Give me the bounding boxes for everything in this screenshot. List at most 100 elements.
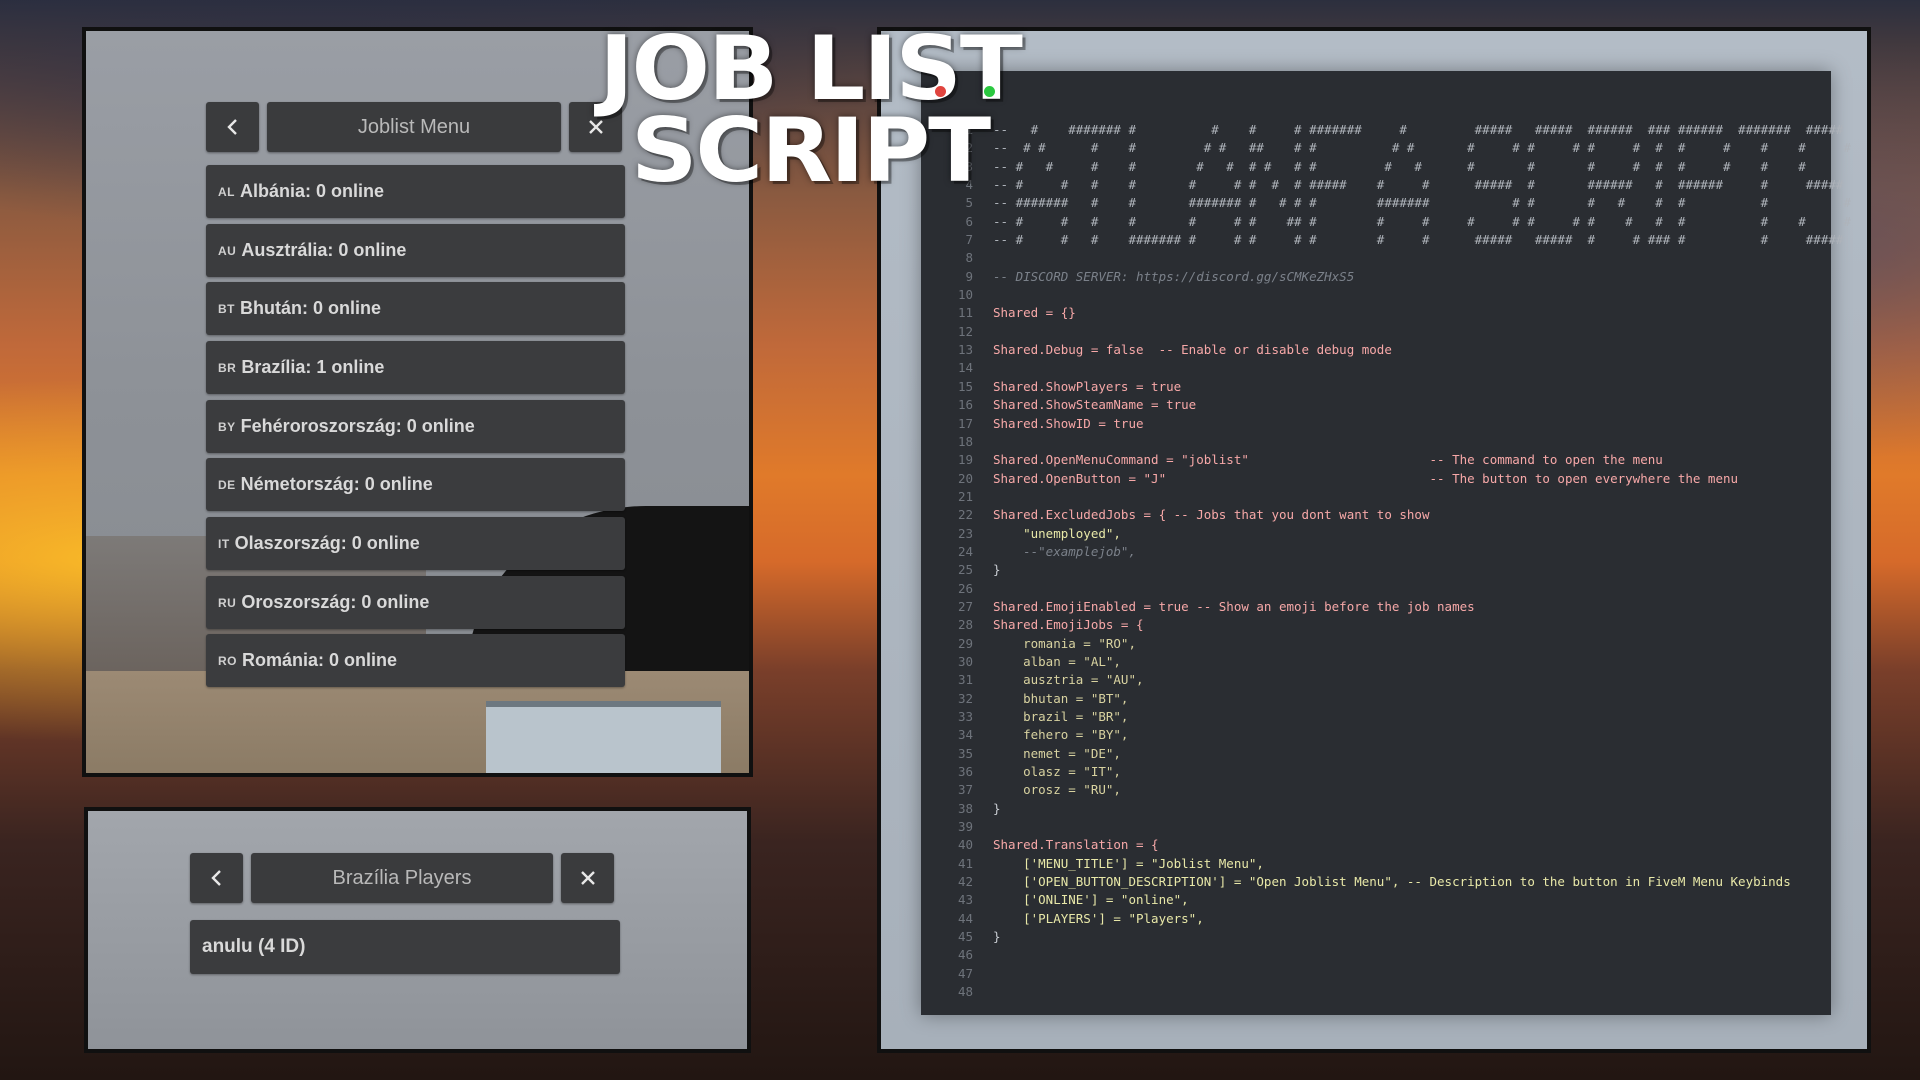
line-number: 18: [957, 433, 973, 449]
code-line: 46: [921, 946, 1831, 964]
code-line: 43 ['ONLINE'] = "online",: [921, 891, 1831, 909]
line-text: Shared.ExcludedJobs = { -- Jobs that you…: [993, 507, 1430, 523]
job-item[interactable]: AU Ausztrália: 0 online: [206, 224, 625, 277]
line-number: 23: [957, 525, 973, 541]
line-number: 33: [957, 709, 973, 724]
flag-code: BY: [218, 419, 236, 434]
job-item-label: Olaszország: 0 online: [234, 533, 420, 553]
job-item[interactable]: BY Fehéroroszország: 0 online: [206, 400, 625, 453]
line-number: 29: [957, 635, 973, 651]
line-text: -- # # # # # # ## # # # # # # # # # # # …: [993, 140, 1851, 156]
back-button[interactable]: [190, 853, 243, 903]
line-number: 43: [957, 892, 973, 908]
players-panel: Brazília Players anulu (4 ID): [84, 807, 751, 1053]
code-line: 47: [921, 965, 1831, 983]
line-number: 10: [957, 287, 973, 303]
code-line: 35 nemet = "DE",: [921, 745, 1831, 763]
code-line: 10: [921, 286, 1831, 304]
line-text: Shared.OpenButton = "J" -- The button to…: [993, 470, 1739, 486]
player-item[interactable]: anulu (4 ID): [190, 920, 620, 974]
job-item[interactable]: RO Románia: 0 online: [206, 634, 625, 687]
code-line: 27 Shared.EmojiEnabled = true -- Show an …: [921, 598, 1831, 616]
line-text: }: [993, 562, 1001, 578]
code-line: 45}: [921, 928, 1831, 946]
code-line: 33 brazil = "BR",: [921, 708, 1831, 726]
chevron-left-icon: [210, 870, 221, 886]
line-number: 30: [957, 653, 973, 669]
code-line: 11 Shared = {}: [921, 304, 1831, 322]
flag-code: IT: [218, 536, 230, 551]
code-line: 48: [921, 983, 1831, 1001]
close-button[interactable]: [561, 853, 614, 903]
back-button[interactable]: [206, 102, 259, 152]
line-text: -- # # # # # # # ## # # # # # # # # # # …: [993, 213, 1851, 229]
line-text: Shared = {}: [993, 305, 1076, 321]
code-line: 20 Shared.OpenButton = "J" -- The button …: [921, 470, 1831, 488]
flag-code: AL: [218, 184, 235, 199]
line-text: -- # # # # # # # # # # # # # # # # # # #…: [993, 158, 1806, 174]
code-line: 30 alban = "AL",: [921, 653, 1831, 671]
code-line: 44 ['PLAYERS'] = "Players",: [921, 910, 1831, 928]
page-title: JOB LIST SCRIPT: [527, 25, 1094, 202]
line-text: brazil = "BR",: [993, 709, 1129, 724]
flag-code: DE: [218, 477, 236, 492]
line-number: 44: [957, 910, 973, 926]
code-line: 9 -- DISCORD SERVER: https://discord.gg/s…: [921, 268, 1831, 286]
code-line: 41 ['MENU_TITLE'] = "Joblist Menu",: [921, 855, 1831, 873]
players-title: Brazília Players: [251, 853, 553, 903]
line-text: ['PLAYERS'] = "Players",: [993, 910, 1204, 926]
flag-code: RO: [218, 653, 237, 668]
job-item[interactable]: RU Oroszország: 0 online: [206, 576, 625, 629]
line-text: Shared.OpenMenuCommand = "joblist" -- Th…: [993, 452, 1663, 468]
line-text: Shared.ShowSteamName = true: [993, 397, 1197, 413]
line-number: 20: [957, 470, 973, 486]
code-line: 13 Shared.Debug = false -- Enable or disa…: [921, 341, 1831, 359]
code-line: 15 Shared.ShowPlayers = true: [921, 378, 1831, 396]
line-number: 46: [957, 947, 973, 963]
line-text: Shared.ShowPlayers = true: [993, 378, 1182, 394]
line-text: romania = "RO",: [993, 635, 1136, 651]
line-number: 11: [957, 305, 973, 321]
code-line: 32 bhutan = "BT",: [921, 690, 1831, 708]
line-number: 21: [957, 488, 973, 504]
code-line: 31 ausztria = "AU",: [921, 671, 1831, 689]
code-line: 18: [921, 433, 1831, 451]
green-dot-icon: [984, 86, 995, 97]
job-item-label: Fehéroroszország: 0 online: [240, 416, 475, 436]
code-line: 42 ['OPEN_BUTTON_DESCRIPTION'] = "Open J…: [921, 873, 1831, 891]
code-line: 38}: [921, 800, 1831, 818]
flag-code: BT: [218, 301, 235, 316]
line-number: 14: [957, 360, 973, 376]
line-text: -- # # # ####### # # # # # # # ##### ###…: [993, 232, 1844, 248]
job-item[interactable]: BT Bhután: 0 online: [206, 282, 625, 335]
line-number: 42: [957, 874, 973, 890]
line-number: 9: [965, 268, 973, 284]
line-number: 13: [957, 342, 973, 358]
menu-title: Joblist Menu: [267, 102, 561, 152]
code-line: 8: [921, 249, 1831, 267]
job-item[interactable]: IT Olaszország: 0 online: [206, 517, 625, 570]
job-item-label: Brazília: 1 online: [241, 357, 385, 377]
players-header: Brazília Players: [190, 853, 614, 903]
line-number: 24: [957, 543, 973, 559]
title-line-2: SCRIPT: [630, 99, 991, 202]
line-number: 26: [957, 580, 973, 596]
code-line: 21: [921, 488, 1831, 506]
line-number: 12: [957, 323, 973, 339]
line-text: ['OPEN_BUTTON_DESCRIPTION'] = "Open Jobl…: [993, 874, 1791, 890]
code-line: 12: [921, 323, 1831, 341]
line-number: 34: [957, 727, 973, 743]
job-item-label: Ausztrália: 0 online: [241, 240, 407, 260]
line-text: fehero = "BY",: [993, 727, 1129, 743]
line-number: 45: [957, 929, 973, 945]
line-text: --"examplejob",: [993, 543, 1136, 559]
job-item[interactable]: DE Németország: 0 online: [206, 458, 625, 511]
line-number: 17: [957, 415, 973, 431]
code-editor: 1 -- # ####### # # # # ####### # ##### ##…: [921, 71, 1851, 1015]
job-item[interactable]: BR Brazília: 1 online: [206, 341, 625, 394]
code-line: 25}: [921, 561, 1831, 579]
line-text: -- # ####### # # # # ####### # ##### ###…: [993, 122, 1844, 137]
line-number: 31: [957, 672, 973, 688]
line-number: 19: [957, 452, 973, 468]
line-number: 22: [957, 507, 973, 523]
